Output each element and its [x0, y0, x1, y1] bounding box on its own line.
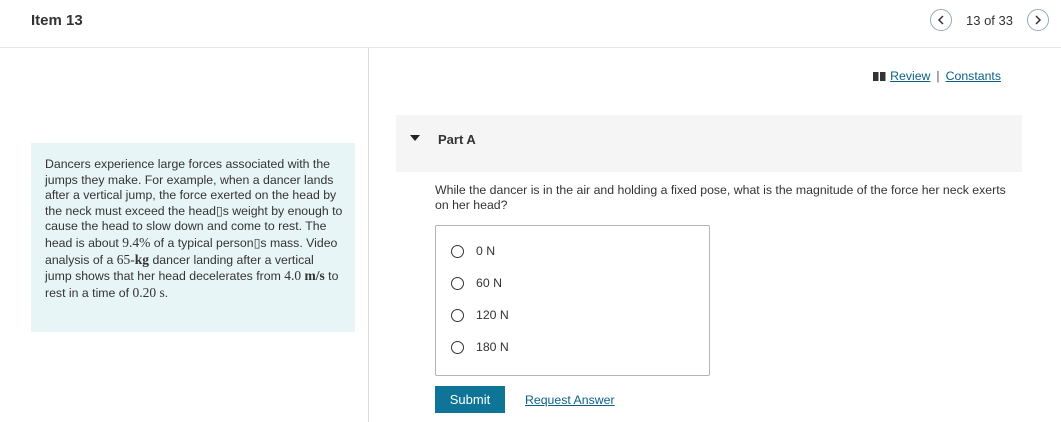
request-answer-link[interactable]: Request Answer [525, 393, 615, 407]
dancer-mass-value: 65- [116, 251, 135, 267]
question-text: While the dancer is in the air and holdi… [435, 183, 1006, 212]
radio-button[interactable] [451, 308, 464, 322]
part-a-header[interactable]: Part A [396, 115, 1022, 172]
choice-label: 0 N [476, 244, 496, 258]
panel-divider [368, 48, 369, 422]
link-separator: | [936, 69, 940, 83]
time-value: 0.20 [132, 284, 160, 300]
pager: 13 of 33 [930, 9, 1049, 31]
part-title: Part A [438, 132, 476, 147]
speed-value: 4.0 [284, 268, 305, 284]
chevron-left-icon [937, 15, 944, 25]
problem-statement: Dancers experience large forces associat… [31, 143, 355, 332]
prev-item-button[interactable] [930, 9, 952, 31]
caret-down-icon [410, 135, 420, 141]
book-icon [873, 71, 886, 81]
choice-label: 180 N [476, 340, 509, 354]
choice-item[interactable]: 120 N [451, 308, 509, 322]
page-count: 13 of 33 [966, 12, 1013, 28]
choice-label: 60 N [476, 276, 502, 290]
next-item-button[interactable] [1027, 9, 1049, 31]
item-title: Item 13 [31, 12, 83, 29]
missing-glyph-1: ▯ [215, 203, 223, 218]
problem-text-3: of a typical person [150, 235, 254, 250]
dancer-mass-unit: kg [134, 251, 150, 267]
choice-label: 120 N [476, 308, 509, 322]
review-link[interactable]: Review [890, 69, 930, 83]
choice-item[interactable]: 60 N [451, 276, 502, 290]
answer-choices: 0 N 60 N 120 N 180 N [435, 225, 710, 376]
chevron-right-icon [1035, 15, 1042, 25]
speed-unit: m/s [304, 268, 325, 284]
problem-text-7: . [164, 285, 169, 300]
constants-link[interactable]: Constants [946, 69, 1001, 83]
choice-item[interactable]: 0 N [451, 244, 495, 258]
radio-button[interactable] [451, 244, 464, 258]
radio-button[interactable] [451, 276, 464, 290]
head-mass-percent: 9.4% [122, 234, 151, 250]
submit-button[interactable]: Submit [435, 386, 505, 413]
radio-button[interactable] [451, 340, 464, 354]
item-header: Item 13 13 of 33 [0, 0, 1061, 48]
choice-item[interactable]: 180 N [451, 340, 509, 354]
resource-links: Review | Constants [873, 69, 1001, 83]
